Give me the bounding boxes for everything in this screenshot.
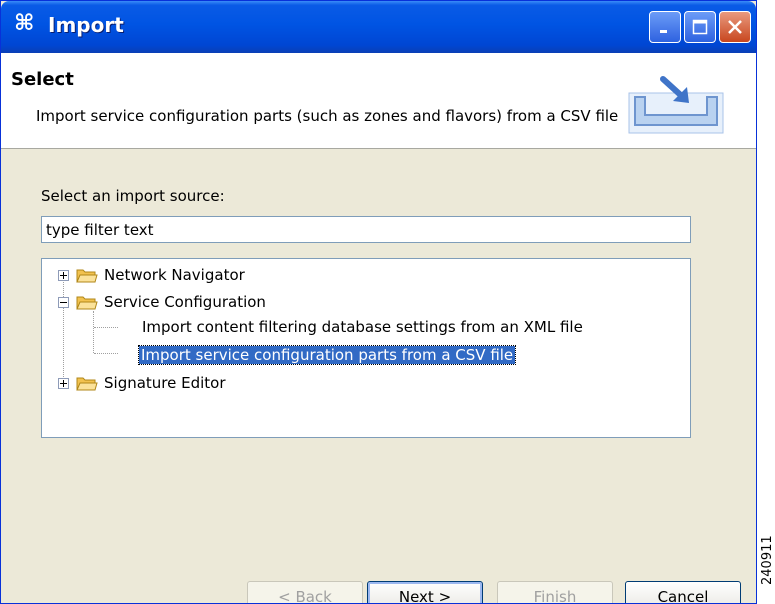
title-bar[interactable]: ⌘ Import (1, 1, 756, 53)
tree-item-import-csv[interactable]: Import service configuration parts from … (137, 343, 517, 367)
import-source-tree[interactable]: Network Navigator Service Configuration … (41, 258, 691, 438)
filter-input[interactable] (41, 216, 691, 243)
next-button[interactable]: Next > (367, 581, 483, 603)
import-tray-icon (628, 76, 724, 134)
back-button[interactable]: < Back (247, 581, 363, 603)
tree-item-signature-editor[interactable]: Signature Editor (58, 371, 226, 395)
minimize-icon (660, 30, 667, 33)
folder-icon (76, 377, 98, 391)
close-button[interactable] (719, 11, 751, 43)
folder-icon (76, 269, 98, 283)
figure-number: 240911 (760, 535, 775, 585)
maximize-icon (692, 19, 708, 35)
import-source-label: Select an import source: (41, 187, 225, 205)
cancel-button[interactable]: Cancel (625, 581, 741, 603)
window-title: Import (48, 13, 124, 37)
minimize-button[interactable] (649, 11, 681, 43)
tree-item-label: Import content filtering database settin… (142, 318, 583, 336)
page-title: Select (11, 69, 74, 90)
page-description: Import service configuration parts (such… (36, 107, 619, 125)
import-dialog: ⌘ Import Select Import service configura… (0, 0, 757, 604)
wizard-header: Select Import service configuration part… (1, 53, 756, 149)
maximize-button[interactable] (684, 11, 716, 43)
expand-icon[interactable] (58, 377, 69, 389)
import-command-icon: ⌘ (14, 11, 35, 36)
expand-icon[interactable] (58, 269, 69, 281)
finish-button[interactable]: Finish (497, 581, 613, 603)
folder-open-icon (76, 296, 98, 310)
collapse-icon[interactable] (58, 296, 69, 308)
tree-item-network-navigator[interactable]: Network Navigator (58, 263, 245, 287)
tree-item-label: Signature Editor (104, 374, 226, 392)
tree-item-label: Service Configuration (104, 293, 266, 311)
close-icon (728, 20, 742, 34)
tree-item-import-xml[interactable]: Import content filtering database settin… (142, 315, 583, 339)
tree-item-label-selected: Import service configuration parts from … (137, 345, 517, 365)
tree-item-service-configuration[interactable]: Service Configuration (58, 290, 266, 314)
tree-item-label: Network Navigator (104, 266, 245, 284)
